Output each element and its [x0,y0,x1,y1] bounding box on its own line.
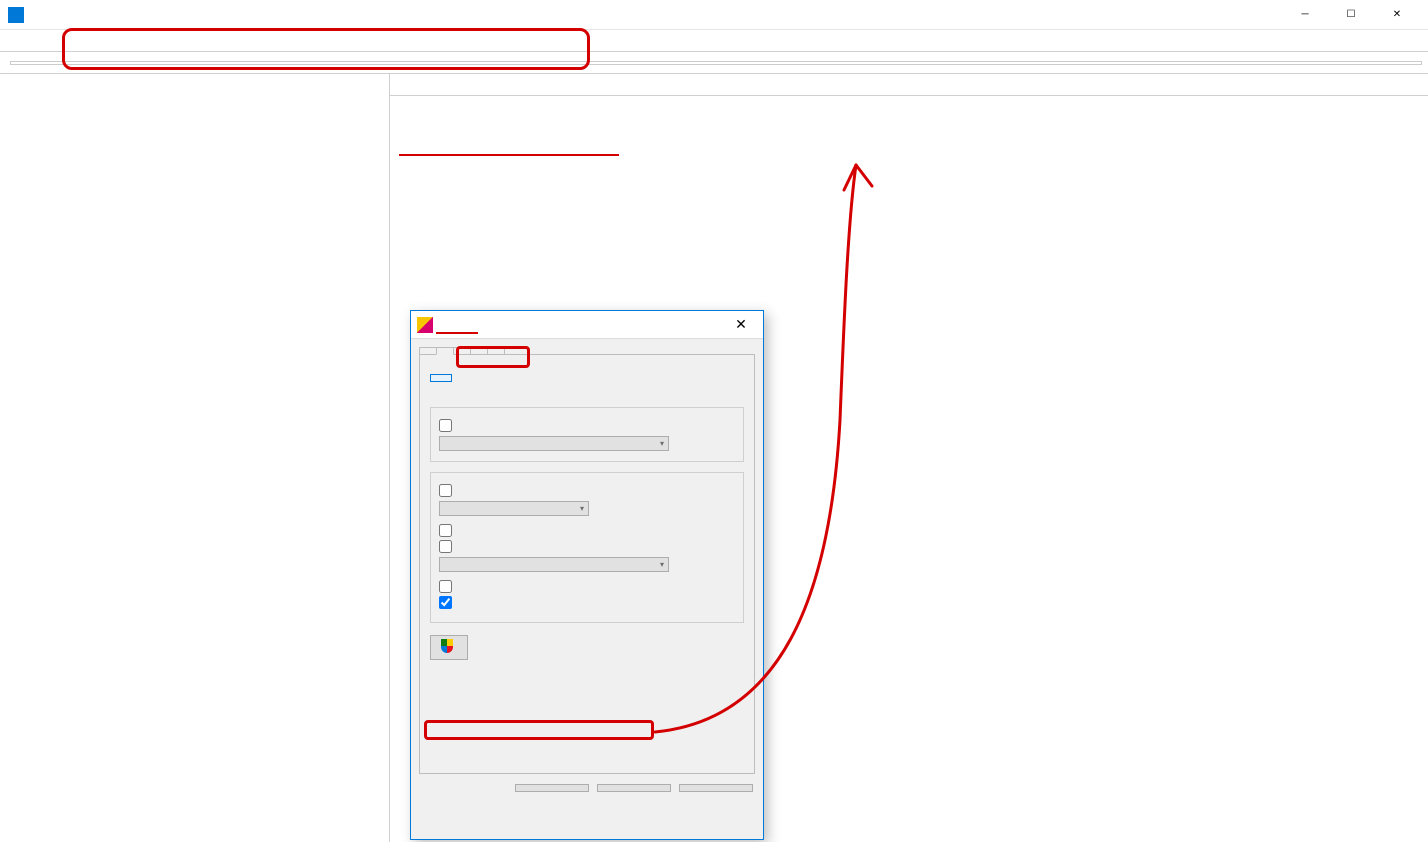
chevron-down-icon: ▾ [660,560,664,569]
tree-pane[interactable] [0,74,390,842]
exe-icon [417,317,433,333]
menu-help[interactable] [70,39,86,43]
dialog-buttons [411,780,763,800]
run-troubleshooter-button[interactable] [430,374,452,382]
reduced-color-checkbox-input[interactable] [439,484,452,497]
menu-edit[interactable] [22,39,38,43]
close-button[interactable]: ✕ [1374,0,1420,30]
titlebar: ─ ☐ ✕ [0,0,1428,30]
res640-checkbox[interactable] [439,524,735,537]
groupbox-settings: ▾ ▾ [430,472,744,623]
tab-details[interactable] [470,347,488,354]
reduced-color-checkbox[interactable] [439,484,735,497]
compat-mode-select[interactable]: ▾ [439,436,669,451]
apply-button[interactable] [679,784,753,792]
ok-button[interactable] [515,784,589,792]
dpi-override-checkbox-input[interactable] [439,540,452,553]
list-header [390,74,1428,96]
run-as-admin-checkbox[interactable] [439,596,735,609]
groupbox-compat-mode: ▾ [430,407,744,462]
window-controls: ─ ☐ ✕ [1282,0,1420,30]
tab-body-compatibility: ▾ ▾ ▾ [419,354,755,774]
maximize-button[interactable]: ☐ [1328,0,1374,30]
compat-mode-checkbox[interactable] [439,419,735,432]
menu-view[interactable] [38,39,54,43]
res640-checkbox-input[interactable] [439,524,452,537]
run-as-admin-checkbox-input[interactable] [439,596,452,609]
menubar [0,30,1428,52]
regedit-icon [8,7,24,23]
addressbar [0,52,1428,74]
disable-fullscreen-checkbox[interactable] [439,580,735,593]
change-all-users-button[interactable] [430,635,468,660]
tab-compatibility[interactable] [436,347,454,355]
properties-titlebar[interactable]: ✕ [411,311,763,339]
compat-mode-checkbox-input[interactable] [439,419,452,432]
minimize-button[interactable]: ─ [1282,0,1328,30]
tab-general[interactable] [419,347,437,354]
cancel-button[interactable] [597,784,671,792]
dpi-override-checkbox[interactable] [439,540,735,553]
color-depth-select[interactable]: ▾ [439,501,589,516]
chevron-down-icon: ▾ [580,504,584,513]
address-path-input[interactable] [10,61,1422,65]
shield-icon [441,639,453,653]
dpi-scaling-select[interactable]: ▾ [439,557,669,572]
menu-favorites[interactable] [54,39,70,43]
properties-dialog[interactable]: ✕ ▾ [410,310,764,840]
chevron-down-icon: ▾ [660,439,664,448]
tab-security[interactable] [453,347,471,354]
properties-close-button[interactable]: ✕ [725,316,757,333]
properties-tabstrip [411,339,763,354]
menu-file[interactable] [6,39,22,43]
disable-fullscreen-checkbox-input[interactable] [439,580,452,593]
tab-previous-versions[interactable] [487,347,505,354]
